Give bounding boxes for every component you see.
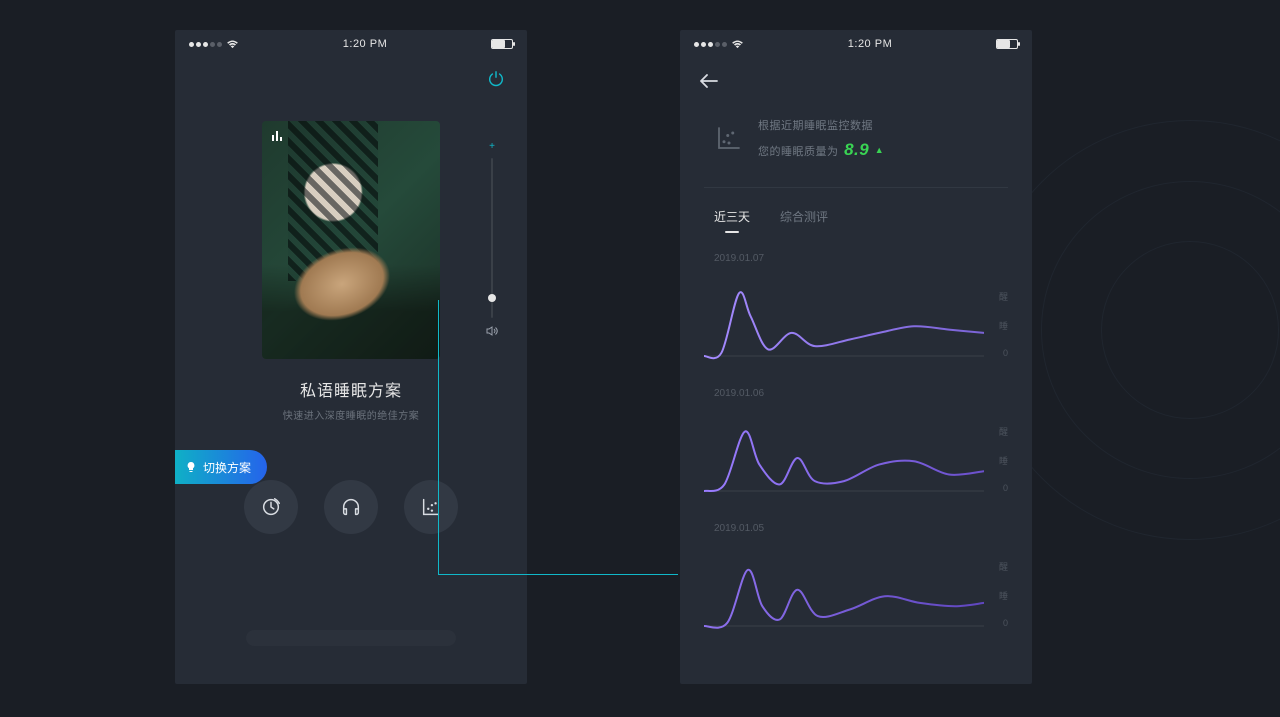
chart-date: 2019.01.06: [714, 388, 1008, 399]
label-sleep: 睡: [988, 319, 1008, 332]
chart-y-labels: 醒 睡 0: [988, 272, 1008, 368]
phone-stats: 1:20 PM 根据近期睡眠监控数据 您的睡眠质量为 8.9 ▲: [680, 30, 1032, 684]
chart-block: 2019.01.05 醒 睡 0: [704, 523, 1008, 638]
quality-line1: 根据近期睡眠监控数据: [758, 117, 884, 136]
chart-y-labels: 醒 睡 0: [988, 542, 1008, 638]
chart-box: 醒 睡 0: [704, 542, 1008, 638]
wifi-icon: [226, 40, 239, 49]
volume-track: [491, 158, 493, 318]
equalizer-icon: [272, 131, 282, 141]
phone-player: 1:20 PM + 切换方案 私语睡眠方案 快速进入: [175, 30, 527, 684]
timer-button[interactable]: [244, 480, 298, 534]
switch-plan-button[interactable]: 切换方案: [175, 450, 267, 484]
chart-date: 2019.01.05: [714, 523, 1008, 534]
label-wake: 醒: [988, 560, 1008, 573]
power-icon: [487, 70, 505, 88]
quality-summary: 根据近期睡眠监控数据 您的睡眠质量为 8.9 ▲: [680, 93, 1032, 181]
speaker-icon: [486, 326, 498, 339]
plan-title: 私语睡眠方案: [175, 377, 527, 401]
status-time: 1:20 PM: [848, 38, 892, 50]
headphones-icon: [340, 496, 362, 518]
chart-block: 2019.01.06 醒 睡 0: [704, 388, 1008, 503]
volume-slider[interactable]: +: [486, 141, 498, 341]
status-time: 1:20 PM: [343, 38, 387, 50]
volume-knob[interactable]: [488, 294, 496, 302]
tab-overall[interactable]: 综合测评: [780, 208, 828, 233]
battery-icon: [491, 39, 513, 49]
chart-icon: [714, 123, 744, 158]
sleep-line-chart: [704, 407, 984, 503]
headphones-button[interactable]: [324, 480, 378, 534]
sleep-line-chart: [704, 272, 984, 368]
chart-box: 醒 睡 0: [704, 407, 1008, 503]
status-bar: 1:20 PM: [680, 30, 1032, 56]
album-art: [262, 121, 440, 359]
arrow-left-icon: [700, 74, 718, 88]
chart-block: 2019.01.07 醒 睡 0: [704, 253, 1008, 368]
power-button[interactable]: [487, 70, 505, 93]
plan-subtitle: 快速进入深度睡眠的绝佳方案: [175, 407, 527, 422]
chart-date: 2019.01.07: [714, 253, 1008, 264]
status-bar: 1:20 PM: [175, 30, 527, 56]
label-sleep: 睡: [988, 589, 1008, 602]
signal-dots-icon: [189, 42, 222, 47]
back-button[interactable]: [700, 75, 718, 92]
tab-recent-3-days[interactable]: 近三天: [714, 208, 750, 233]
chart-list: 2019.01.07 醒 睡 0 2019.01.06 醒 睡: [680, 245, 1032, 638]
bulb-icon: [185, 461, 197, 473]
chart-icon: [420, 496, 442, 518]
quality-line2: 您的睡眠质量为: [758, 146, 839, 158]
label-zero: 0: [988, 348, 1008, 358]
chart-box: 醒 睡 0: [704, 272, 1008, 368]
label-zero: 0: [988, 618, 1008, 628]
bottom-deck: [246, 630, 456, 646]
label-wake: 醒: [988, 290, 1008, 303]
sleep-line-chart: [704, 542, 984, 638]
quality-score: 8.9: [844, 140, 869, 159]
stats-button[interactable]: [404, 480, 458, 534]
volume-plus-icon: +: [489, 141, 495, 152]
wifi-icon: [731, 40, 744, 49]
timer-icon: [260, 496, 282, 518]
signal-dots-icon: [694, 42, 727, 47]
label-zero: 0: [988, 483, 1008, 493]
chart-y-labels: 醒 睡 0: [988, 407, 1008, 503]
battery-icon: [996, 39, 1018, 49]
label-sleep: 睡: [988, 454, 1008, 467]
switch-plan-label: 切换方案: [203, 459, 251, 476]
trend-up-icon: ▲: [875, 145, 884, 155]
label-wake: 醒: [988, 425, 1008, 438]
